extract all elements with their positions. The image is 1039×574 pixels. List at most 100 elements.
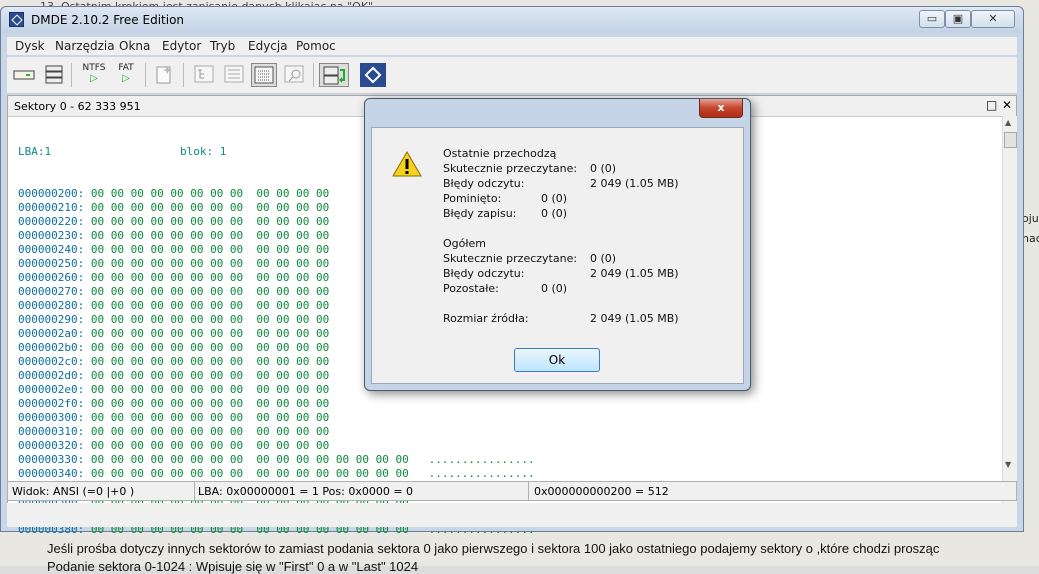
hex-row-bytes[interactable]: 00 00 00 00 00 00 00 00 00 00 00 00 <box>91 187 329 200</box>
fat-play-icon: ▷ <box>122 73 130 84</box>
s1-skipped-label: Pominięto: <box>443 192 502 205</box>
hex-row-address: 000000230: <box>18 229 85 242</box>
hex-row-bytes[interactable]: 00 00 00 00 00 00 00 00 00 00 00 00 <box>91 425 329 438</box>
panel-restore-button[interactable]: □ <box>986 98 997 112</box>
hex-row-bytes[interactable]: 00 00 00 00 00 00 00 00 00 00 00 00 <box>91 313 329 326</box>
menu-okna[interactable]: Okna <box>119 39 150 53</box>
hex-row-address: 000000310: <box>18 425 85 438</box>
hex-row-bytes[interactable]: 00 00 00 00 00 00 00 00 00 00 00 00 <box>91 439 329 452</box>
hex-row[interactable]: 0000002f0: 00 00 00 00 00 00 00 00 00 00… <box>18 397 535 411</box>
copy-sectors-icon <box>323 66 345 85</box>
maximize-button[interactable]: ▣ <box>945 10 971 28</box>
hex-row-address: 0000002f0: <box>18 397 85 410</box>
hex-row-ascii[interactable]: ................ <box>429 453 535 466</box>
hex-row-bytes[interactable]: 00 00 00 00 00 00 00 00 00 00 00 00 <box>91 229 329 242</box>
scroll-up-arrow-icon[interactable]: ▲ <box>1005 118 1011 127</box>
s1-write-err-label: Błędy zapisu: <box>443 207 517 220</box>
hex-row-bytes[interactable]: 00 00 00 00 00 00 00 00 00 00 00 00 <box>91 243 329 256</box>
ntfs-play-icon: ▷ <box>90 73 98 84</box>
toolbar-separator <box>313 63 314 87</box>
hex-row-address: 000000290: <box>18 313 85 326</box>
status-bar: Widok: ANSI (=0 |+0 ) LBA: 0x00000001 = … <box>7 481 1017 501</box>
ntfs-button[interactable]: NTFS ▷ <box>79 63 109 87</box>
hex-row-bytes[interactable]: 00 00 00 00 00 00 00 00 00 00 00 00 00 0… <box>91 467 409 480</box>
close-button[interactable]: ✕ <box>971 10 1015 28</box>
hex-row[interactable]: 000000320: 00 00 00 00 00 00 00 00 00 00… <box>18 439 535 453</box>
hex-row-bytes[interactable]: 00 00 00 00 00 00 00 00 00 00 00 00 00 0… <box>91 453 409 466</box>
fat-label: FAT <box>118 63 134 73</box>
hex-view-icon <box>254 66 274 84</box>
hex-row-bytes[interactable]: 00 00 00 00 00 00 00 00 00 00 00 00 <box>91 215 329 228</box>
section1-title: Ostatnie przechodzą <box>443 147 557 160</box>
status-divider <box>528 482 529 500</box>
hex-row-bytes[interactable]: 00 00 00 00 00 00 00 00 00 00 00 00 <box>91 369 329 382</box>
ok-button[interactable]: Ok <box>514 348 600 372</box>
vertical-scrollbar[interactable]: ▲ ▼ <box>1002 116 1017 504</box>
list-view-button[interactable] <box>221 63 247 87</box>
drive-icon <box>13 70 35 80</box>
hex-view-button[interactable] <box>251 63 277 87</box>
hex-row[interactable]: 000000300: 00 00 00 00 00 00 00 00 00 00… <box>18 411 535 425</box>
new-file-button[interactable] <box>151 63 177 87</box>
menu-tryb[interactable]: Tryb <box>210 39 235 53</box>
hex-row-bytes[interactable]: 00 00 00 00 00 00 00 00 00 00 00 00 <box>91 271 329 284</box>
hex-row-bytes[interactable]: 00 00 00 00 00 00 00 00 00 00 00 00 <box>91 201 329 214</box>
hex-row-bytes[interactable]: 00 00 00 00 00 00 00 00 00 00 00 00 <box>91 397 329 410</box>
hex-row-address: 0000002c0: <box>18 355 85 368</box>
s2-read-ok-value: 0 (0) <box>590 252 617 265</box>
status-offset: 0x000000000200 = 512 <box>534 485 669 498</box>
hex-row-bytes[interactable]: 00 00 00 00 00 00 00 00 00 00 00 00 <box>91 355 329 368</box>
menu-edycja[interactable]: Edycja <box>248 39 288 53</box>
menu-dysk[interactable]: Dysk <box>15 39 45 53</box>
scrollbar-thumb[interactable] <box>1004 132 1017 148</box>
hex-row-address: 000000200: <box>18 187 85 200</box>
partitions-icon <box>45 65 63 84</box>
dmde-app-icon[interactable] <box>9 12 24 27</box>
hex-row-ascii[interactable]: ................ <box>429 467 535 480</box>
tree-view-button[interactable] <box>191 63 217 87</box>
fat-button[interactable]: FAT ▷ <box>111 63 141 87</box>
hex-row[interactable]: 000000310: 00 00 00 00 00 00 00 00 00 00… <box>18 425 535 439</box>
hex-row-address: 000000320: <box>18 439 85 452</box>
hex-row-address: 000000300: <box>18 411 85 424</box>
list-view-icon <box>224 65 244 83</box>
hex-row[interactable]: 000000330: 00 00 00 00 00 00 00 00 00 00… <box>18 453 535 467</box>
s1-write-err-value: 0 (0) <box>541 207 568 220</box>
source-size-value: 2 049 (1.05 MB) <box>590 312 679 325</box>
hex-row-address: 0000002b0: <box>18 341 85 354</box>
hex-row-bytes[interactable]: 00 00 00 00 00 00 00 00 00 00 00 00 <box>91 411 329 424</box>
menu-edytor[interactable]: Edytor <box>162 39 201 53</box>
minimize-button[interactable]: ▭ <box>919 10 945 28</box>
hex-row-bytes[interactable]: 00 00 00 00 00 00 00 00 00 00 00 00 <box>91 327 329 340</box>
drive-button[interactable] <box>11 63 37 87</box>
s1-skipped-value: 0 (0) <box>541 192 568 205</box>
copy-sectors-button[interactable] <box>319 63 349 87</box>
s1-read-ok-value: 0 (0) <box>590 162 617 175</box>
source-size-label: Rozmiar źródła: <box>443 312 529 325</box>
panel-close-button[interactable]: ✕ <box>1002 98 1012 112</box>
s2-read-err-label: Błędy odczytu: <box>443 267 525 280</box>
lba-label: LBA:1 <box>18 145 52 158</box>
dialog-close-button[interactable]: x <box>699 99 743 118</box>
magnifier-icon <box>284 65 304 83</box>
hex-row-bytes[interactable]: 00 00 00 00 00 00 00 00 00 00 00 00 <box>91 257 329 270</box>
toolbar: NTFS ▷ FAT ▷ <box>7 57 1017 94</box>
scroll-down-arrow-icon[interactable]: ▼ <box>1005 460 1011 469</box>
hex-row-bytes[interactable]: 00 00 00 00 00 00 00 00 00 00 00 00 <box>91 299 329 312</box>
hex-row-bytes[interactable]: 00 00 00 00 00 00 00 00 00 00 00 00 <box>91 285 329 298</box>
hex-row-bytes[interactable]: 00 00 00 00 00 00 00 00 00 00 00 00 <box>91 341 329 354</box>
menu-pomoc[interactable]: Pomoc <box>296 39 336 53</box>
sparkle-doc-icon <box>156 66 172 84</box>
menu-narzedzia[interactable]: Narzędzia <box>55 39 115 53</box>
search-view-button[interactable] <box>281 63 307 87</box>
hex-row-address: 000000250: <box>18 257 85 270</box>
hex-row[interactable]: 000000340: 00 00 00 00 00 00 00 00 00 00… <box>18 467 535 481</box>
hex-row-bytes[interactable]: 00 00 00 00 00 00 00 00 00 00 00 00 <box>91 383 329 396</box>
hex-row-address: 0000002a0: <box>18 327 85 340</box>
hex-row-address: 000000270: <box>18 285 85 298</box>
partitions-button[interactable] <box>41 63 67 87</box>
s1-read-ok-label: Skutecznie przeczytane: <box>443 162 578 175</box>
dmde-logo-button[interactable] <box>359 63 387 87</box>
hex-row-address: 000000330: <box>18 453 85 466</box>
title-bar[interactable]: DMDE 2.10.2 Free Edition ▭ ▣ ✕ <box>1 7 1023 33</box>
